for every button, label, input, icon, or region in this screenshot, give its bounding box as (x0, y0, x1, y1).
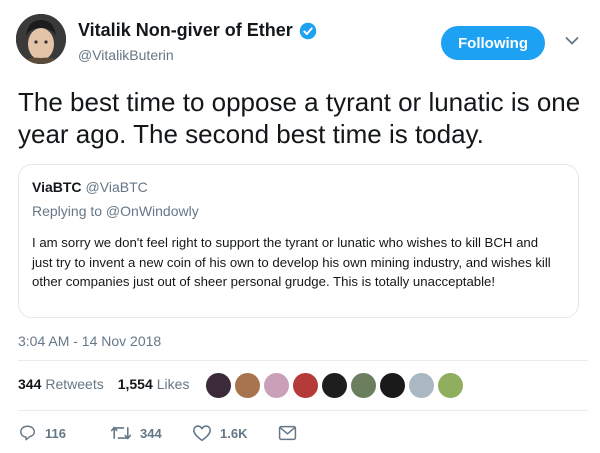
liker-avatar[interactable] (408, 372, 435, 399)
like-action[interactable]: 1.6K (192, 424, 278, 442)
tweet-stats: 344 Retweets 1,554 Likes (18, 376, 189, 392)
liker-avatar[interactable] (263, 372, 290, 399)
envelope-icon[interactable] (278, 425, 297, 441)
quoted-author-name: ViaBTC (32, 179, 82, 195)
verified-badge-icon (299, 22, 316, 39)
quoted-tweet-body: I am sorry we don't feel right to suppor… (32, 235, 551, 289)
liker-avatar[interactable] (379, 372, 406, 399)
liker-avatar[interactable] (205, 372, 232, 399)
liker-avatar[interactable] (321, 372, 348, 399)
retweet-action[interactable]: 344 (110, 424, 192, 442)
author-name[interactable]: Vitalik Non-giver of Ether (78, 20, 293, 41)
quoted-tweet-author: ViaBTC @ViaBTC (32, 179, 148, 195)
liker-avatar[interactable] (350, 372, 377, 399)
following-button[interactable]: Following (441, 26, 545, 60)
retweet-count[interactable]: 344 (18, 376, 41, 392)
divider (18, 360, 588, 361)
reply-icon[interactable] (18, 424, 37, 442)
like-label[interactable]: Likes (157, 376, 190, 392)
avatar[interactable] (16, 14, 66, 64)
chevron-down-icon[interactable] (565, 36, 579, 46)
retweet-action-count: 344 (140, 425, 162, 441)
like-count[interactable]: 1,554 (118, 376, 153, 392)
retweet-icon[interactable] (110, 424, 132, 442)
author-name-row[interactable]: Vitalik Non-giver of Ether (78, 20, 317, 41)
liker-avatar[interactable] (437, 372, 464, 399)
author-handle[interactable]: @VitalikButerin (78, 47, 174, 63)
retweet-label[interactable]: Retweets (45, 376, 103, 392)
liker-avatar[interactable] (234, 372, 261, 399)
tweet-text: The best time to oppose a tyrant or luna… (18, 87, 581, 149)
quoted-tweet[interactable]: ViaBTC @ViaBTC Replying to @OnWindowly I … (18, 164, 579, 318)
quoted-author-handle: @ViaBTC (85, 179, 148, 195)
like-action-count: 1.6K (220, 425, 248, 441)
quoted-replying-to: Replying to @OnWindowly (32, 203, 199, 219)
heart-icon[interactable] (192, 424, 212, 442)
liker-avatars (205, 372, 466, 399)
reply-count: 116 (45, 425, 66, 441)
reply-action[interactable]: 116 (18, 424, 110, 442)
direct-message-action[interactable] (278, 425, 297, 441)
tweet-actions: 116 344 1.6K (18, 424, 297, 442)
avatar-image (16, 14, 66, 64)
tweet-timestamp[interactable]: 3:04 AM - 14 Nov 2018 (18, 333, 161, 349)
divider (18, 410, 588, 411)
liker-avatar[interactable] (292, 372, 319, 399)
